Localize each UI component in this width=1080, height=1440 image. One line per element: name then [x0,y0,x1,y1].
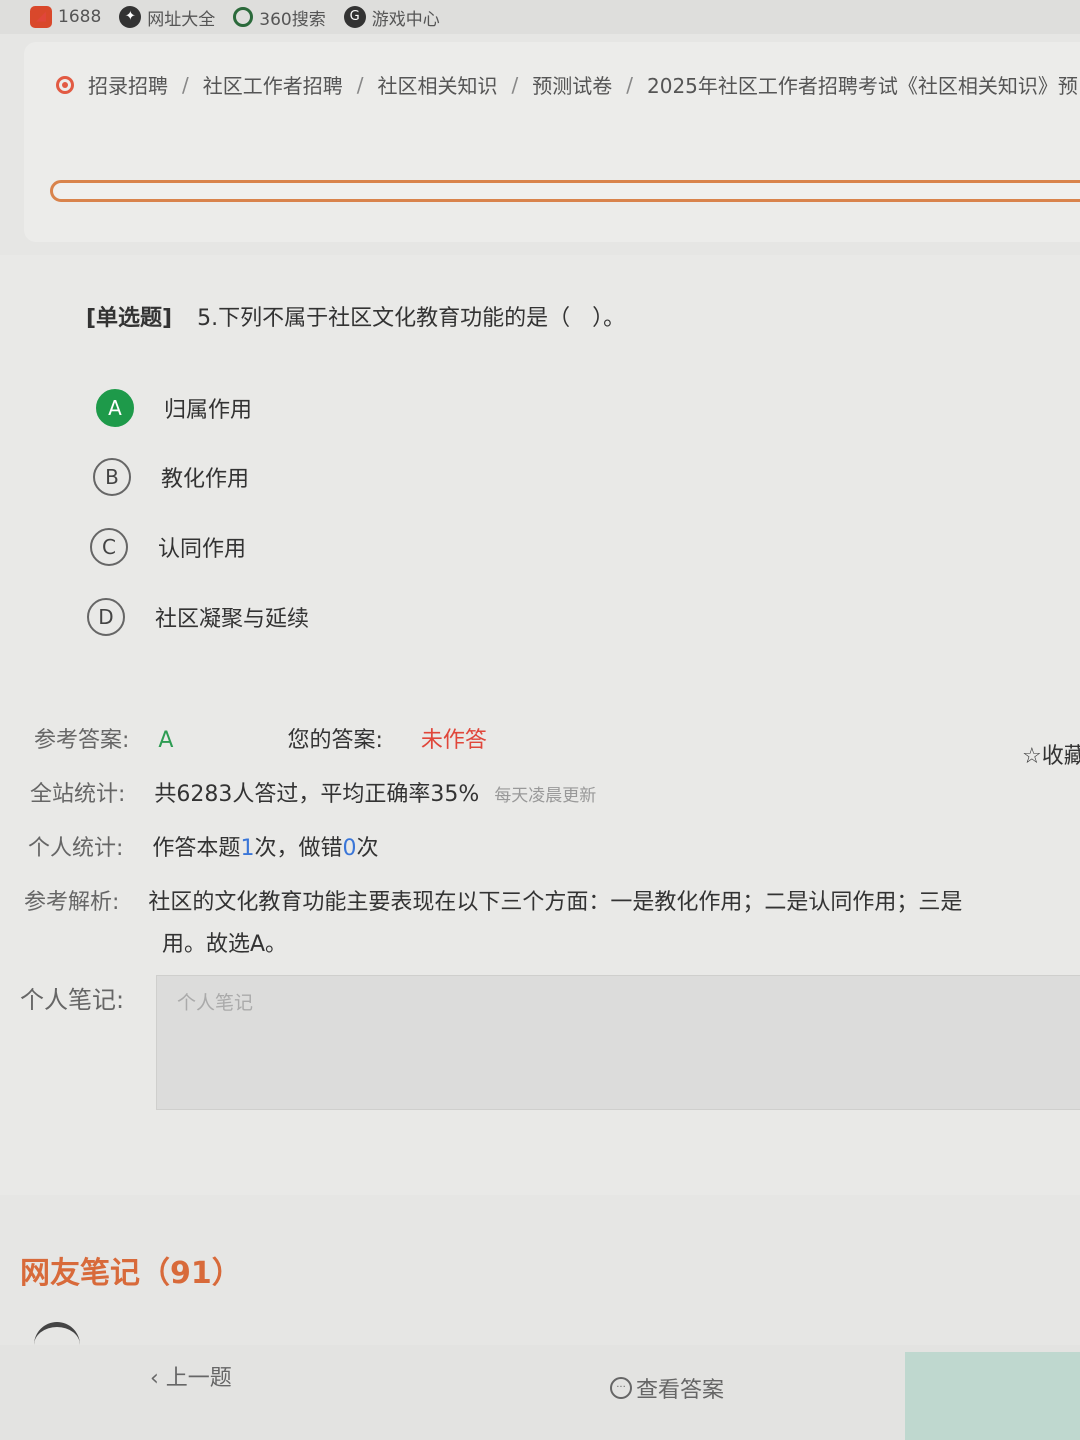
web-directory-icon: ✦ [119,6,142,28]
community-notes-title: 网友笔记（91） [20,1256,242,1291]
breadcrumb-item[interactable]: 社区工作者招聘 [203,70,343,99]
reference-answer-value: A [158,728,174,753]
question-title: [单选题] 5.下列不属于社区文化教育功能的是（ ）。 [86,300,625,332]
option-d[interactable]: D 社区凝聚与延续 [87,598,309,636]
view-answer-label: 查看答案 [636,1378,725,1403]
game-center-icon: G [343,6,366,28]
reference-answer-label: 参考答案: [34,728,130,753]
option-text: 社区凝聚与延续 [155,607,310,632]
personal-stats-row: 个人统计: 作答本题1次，做错0次 [28,830,378,862]
personal-stats-times: 1 [240,836,255,861]
favorite-button[interactable]: ☆收藏 [1022,738,1080,770]
bookmark-label: 1688 [58,7,102,27]
bookmark-360-search[interactable]: 360搜索 [233,5,326,30]
personal-note-placeholder: 个人笔记 [177,992,254,1014]
previous-label: 上一题 [165,1366,232,1391]
breadcrumb-separator: / [356,72,364,97]
analysis-continuation: 用。故选A。 [162,926,287,958]
breadcrumb-item[interactable]: 社区相关知识 [378,70,498,99]
question-text: 5.下列不属于社区文化教育功能的是（ ）。 [197,306,626,331]
site-stats-note: 每天凌晨更新 [494,786,597,806]
personal-stats-label: 个人统计: [28,836,124,861]
option-text: 教化作用 [161,467,250,492]
personal-note-input[interactable]: 个人笔记 [156,975,1080,1110]
analysis-line2: 用。故选A。 [162,932,288,957]
breadcrumb: 招录招聘 / 社区工作者招聘 / 社区相关知识 / 预测试卷 / 2025年社区… [56,70,1078,99]
bookmark-label: 游戏中心 [371,9,440,30]
option-a[interactable]: A 归属作用 [96,389,252,427]
breadcrumb-separator: / [182,72,189,97]
bookmarks-bar: ◢ 1688 ✦ 网址大全 360搜索 G 游戏中心 [0,0,1080,34]
analysis-label: 参考解析: [24,890,120,915]
bookmark-label: 网址大全 [147,9,216,30]
chat-bubble-icon: ··· [610,1377,632,1399]
previous-question-button[interactable]: ‹ 上一题 [150,1360,232,1392]
view-answer-button[interactable]: ··· 查看答案 [610,1372,724,1404]
location-pin-icon [56,75,74,94]
personal-stats-suffix: 次 [356,836,379,861]
progress-bar [50,180,1080,202]
personal-stats-prefix: 作答本题 [152,836,241,861]
breadcrumb-item-current: 2025年社区工作者招聘考试《社区相关知识》预 [647,74,1078,98]
question-type: [单选题] [86,306,173,331]
360-search-icon [233,7,254,27]
breadcrumb-separator: / [626,72,633,97]
site-stats-row: 全站统计: 共6283人答过，平均正确率35% 每天凌晨更新 [30,776,596,808]
bookmark-1688[interactable]: ◢ 1688 [30,6,101,28]
favorite-label: 收藏 [1041,744,1080,769]
personal-stats-wrong: 0 [342,836,357,861]
bookmark-web-directory[interactable]: ✦ 网址大全 [119,5,215,30]
option-letter: C [90,528,128,566]
option-letter: D [87,598,125,636]
chevron-left-icon: ‹ [150,1366,166,1391]
your-answer-label: 您的答案: [287,728,383,753]
option-letter: B [93,458,131,496]
option-text: 认同作用 [158,537,247,562]
option-b[interactable]: B 教化作用 [93,458,249,496]
site-stats-text: 共6283人答过，平均正确率35% [154,782,480,807]
option-letter: A [96,389,134,427]
bookmark-label: 360搜索 [259,9,326,30]
analysis-row: 参考解析: 社区的文化教育功能主要表现在以下三个方面：一是教化作用；二是认同作用… [24,884,962,916]
bookmark-game-center[interactable]: G 游戏中心 [343,5,440,30]
personal-note-label: 个人笔记: [20,986,125,1014]
site-stats-label: 全站统计: [30,782,126,807]
breadcrumb-item[interactable]: 招录招聘 [88,70,168,99]
1688-logo-icon: ◢ [30,6,52,28]
option-c[interactable]: C 认同作用 [90,528,246,566]
next-question-button[interactable] [905,1352,1080,1440]
breadcrumb-separator: / [511,72,519,97]
option-text: 归属作用 [164,398,253,423]
analysis-line1: 社区的文化教育功能主要表现在以下三个方面：一是教化作用；二是认同作用；三是 [148,890,963,915]
breadcrumb-item[interactable]: 预测试卷 [532,70,612,99]
personal-note-label-row: 个人笔记: [20,980,146,1015]
your-answer-value: 未作答 [420,728,487,753]
answer-row: 参考答案: A 您的答案: 未作答 [34,722,487,754]
personal-stats-mid: 次，做错 [254,836,343,861]
star-icon: ☆ [1022,744,1042,769]
